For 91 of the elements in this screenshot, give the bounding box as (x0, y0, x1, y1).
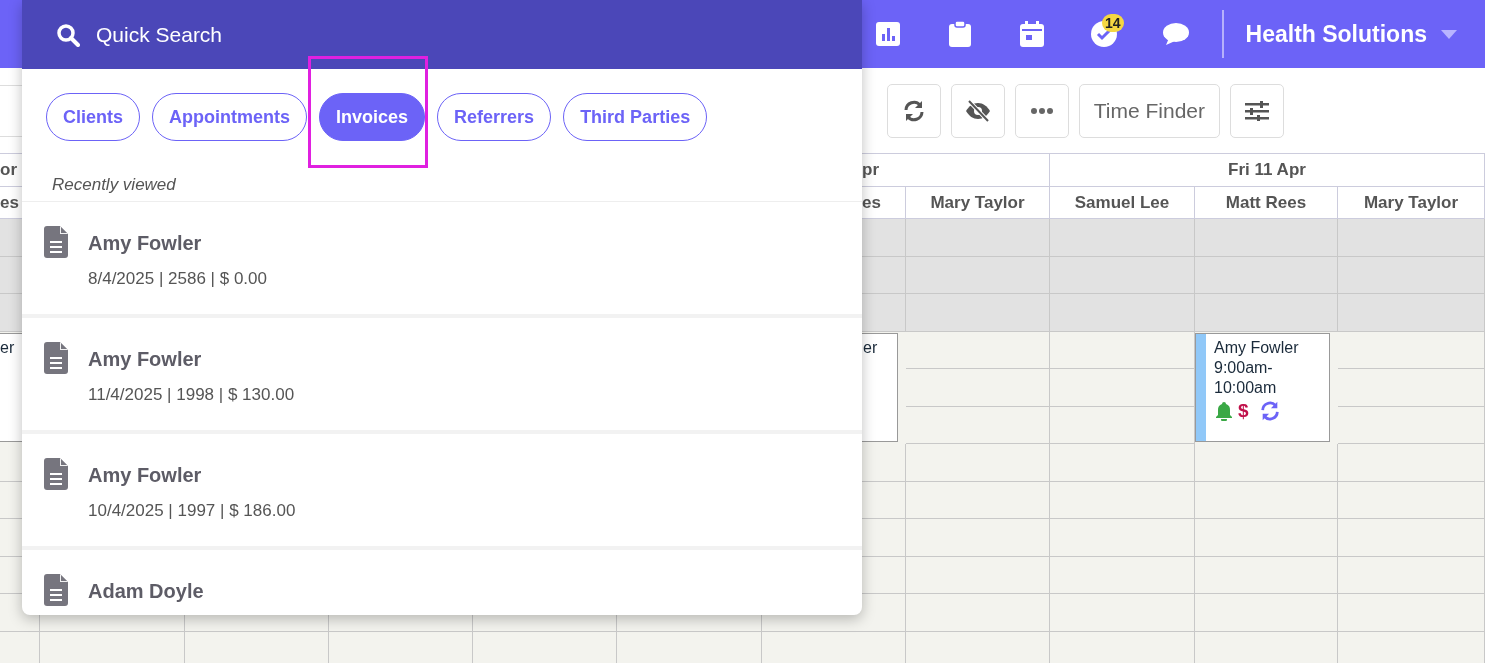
time-slot[interactable] (1050, 594, 1195, 632)
result-title: Adam Doyle (88, 580, 204, 603)
time-slot[interactable] (1195, 519, 1338, 557)
time-slot[interactable] (1338, 444, 1485, 482)
time-slot[interactable] (1050, 406, 1195, 444)
clipboard-icon (948, 21, 971, 47)
time-slot[interactable] (1338, 556, 1485, 594)
section-title: Recently viewed (22, 141, 862, 202)
time-slot[interactable] (1338, 256, 1485, 294)
appointment-client: Amy Fowler (1214, 337, 1300, 358)
time-slot[interactable] (1195, 444, 1338, 482)
time-slot[interactable] (1338, 294, 1485, 332)
time-slot[interactable] (1338, 369, 1485, 407)
time-slot[interactable] (1050, 519, 1195, 557)
bar-chart-icon (875, 22, 900, 46)
result-item[interactable]: Amy Fowler 11/4/2025 | 1998 | $ 130.00 (22, 318, 862, 434)
time-slot[interactable] (1195, 219, 1338, 257)
result-title: Amy Fowler (88, 348, 203, 371)
appointment-card[interactable]: Amy Fowler 9:00am-10:00am $ (1195, 332, 1330, 442)
time-slot[interactable] (1338, 594, 1485, 632)
filters-button[interactable] (1230, 83, 1284, 138)
result-details: 11/4/2025 | 1998 | $ 130.00 (88, 385, 295, 405)
time-slot[interactable] (1050, 294, 1195, 332)
more-icon (1030, 107, 1053, 114)
time-slot[interactable] (1195, 256, 1338, 294)
caret-icon (1441, 29, 1457, 39)
time-slot[interactable] (906, 294, 1050, 332)
time-slot[interactable] (906, 369, 1050, 407)
time-finder-button[interactable]: Time Finder (1078, 83, 1220, 138)
refresh-button[interactable] (886, 83, 941, 138)
staff-column-header: Matt Rees (1195, 187, 1338, 219)
category-tab[interactable]: Referrers (437, 93, 552, 141)
organisation-menu[interactable]: Health Solutions (1245, 20, 1457, 48)
appointment-client: er (863, 337, 878, 358)
appointment-client: er (0, 337, 15, 358)
category-tab[interactable]: Appointments (152, 93, 307, 141)
result-title: Amy Fowler (88, 464, 203, 487)
time-slot[interactable] (1050, 219, 1195, 257)
result-item[interactable]: Amy Fowler 10/4/2025 | 1997 | $ 186.00 (22, 434, 862, 550)
document-icon (44, 458, 68, 490)
quick-search-input[interactable]: Quick Search (94, 21, 498, 48)
time-slot[interactable] (906, 331, 1050, 369)
result-title: Amy Fowler (88, 232, 203, 255)
time-slot[interactable] (906, 481, 1050, 519)
sliders-icon (1245, 100, 1269, 121)
time-slot[interactable] (1050, 369, 1195, 407)
category-tab[interactable]: Third Parties (563, 93, 708, 141)
time-slot[interactable] (906, 444, 1050, 482)
tasks-button[interactable]: 14 (1079, 10, 1128, 58)
hide-button[interactable] (950, 83, 1005, 138)
staff-column-header: Samuel Lee (1050, 187, 1195, 219)
payment-mark: $ (1238, 400, 1249, 421)
staff-column-header: Mary Taylor (906, 187, 1050, 219)
time-slot[interactable] (906, 219, 1050, 257)
time-slot[interactable] (1338, 519, 1485, 557)
time-slot[interactable] (1050, 556, 1195, 594)
time-slot[interactable] (906, 519, 1050, 557)
time-slot[interactable] (906, 556, 1050, 594)
time-slot[interactable] (1050, 481, 1195, 519)
more-button[interactable] (1014, 83, 1069, 138)
result-item[interactable]: Amy Fowler 8/4/2025 | 2586 | $ 0.00 (22, 202, 862, 318)
calendar-icon (1019, 21, 1044, 47)
category-tab[interactable]: Invoices (319, 93, 426, 141)
time-slot[interactable] (906, 406, 1050, 444)
appointment-time: 9:00am-10:00am (1214, 357, 1278, 398)
result-details: 8/4/2025 | 2586 | $ 0.00 (88, 269, 267, 289)
result-item[interactable]: Adam Doyle (22, 550, 862, 615)
search-icon (56, 22, 80, 47)
document-icon (44, 226, 68, 258)
time-slot[interactable] (906, 256, 1050, 294)
time-slot[interactable] (1195, 594, 1338, 632)
chat-icon (1162, 23, 1189, 45)
result-details: 10/4/2025 | 1997 | $ 186.00 (88, 501, 296, 521)
time-slot[interactable] (1050, 256, 1195, 294)
time-slot[interactable] (1050, 331, 1195, 369)
notification-badge: 14 (1101, 14, 1124, 32)
time-slot[interactable] (1338, 331, 1485, 369)
time-slot[interactable] (1338, 219, 1485, 257)
time-slot[interactable] (1195, 294, 1338, 332)
time-slot[interactable] (1195, 481, 1338, 519)
time-slot[interactable] (1338, 481, 1485, 519)
document-icon (44, 342, 68, 374)
day-header: Fri 11 Apr (1050, 154, 1485, 187)
time-slot[interactable] (1195, 556, 1338, 594)
time-slot[interactable] (1050, 444, 1195, 482)
eye-slash-icon (964, 99, 991, 122)
time-slot[interactable] (1338, 406, 1485, 444)
time-slot[interactable] (906, 594, 1050, 632)
category-tab[interactable]: Clients (46, 93, 140, 141)
document-icon (44, 574, 68, 606)
staff-column-header: Mary Taylor (1338, 187, 1485, 219)
